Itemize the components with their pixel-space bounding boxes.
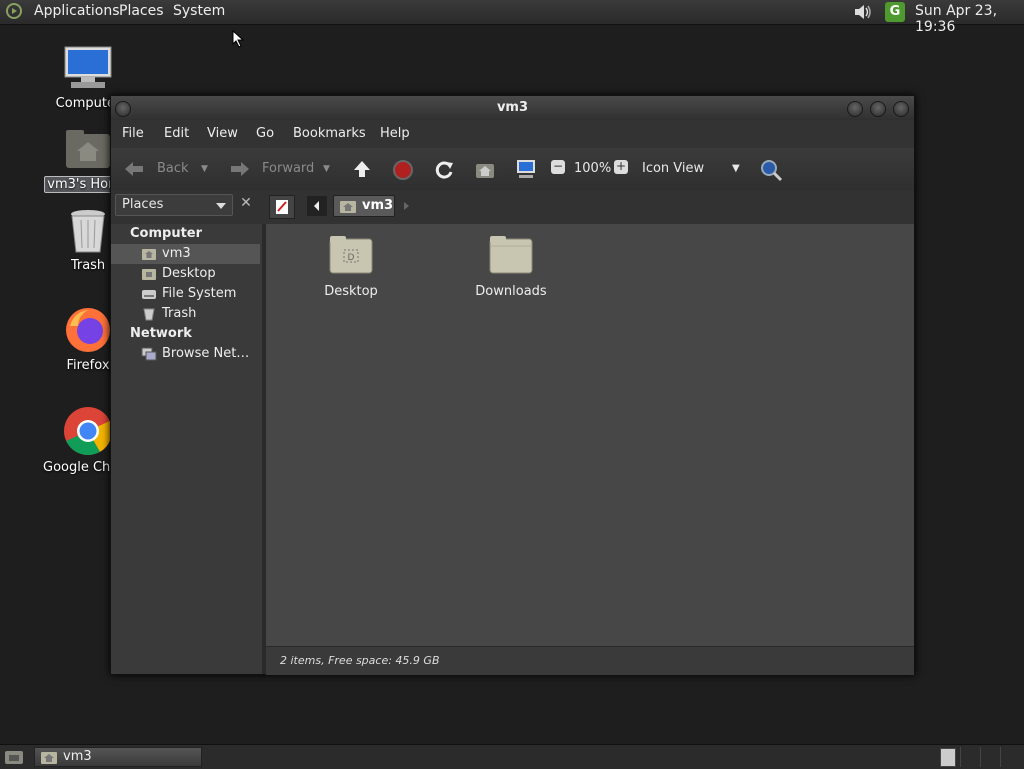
view-mode-chevron-down-icon[interactable]: ▼ — [732, 163, 740, 174]
home-folder-icon — [66, 130, 110, 168]
menubar: File Edit View Go Bookmarks Help — [111, 120, 914, 148]
taskbar-item-label: vm3 — [63, 749, 92, 764]
sidebar-item-trash[interactable]: Trash — [111, 304, 260, 324]
show-desktop-icon[interactable] — [4, 748, 24, 766]
back-button[interactable]: Back — [157, 161, 189, 176]
chrome-icon — [64, 407, 112, 456]
breadcrumb-vm3[interactable]: vm3 — [333, 195, 395, 217]
file-manager-window: vm3 File Edit View Go Bookmarks Help Bac… — [110, 95, 915, 675]
close-button[interactable] — [893, 101, 909, 117]
sidebar-item-label: Desktop — [162, 266, 216, 281]
mouse-cursor-icon — [232, 30, 245, 48]
folder-icon — [489, 236, 533, 274]
taskbar-item-vm3[interactable]: vm3 — [34, 747, 202, 767]
window-title: vm3 — [496, 100, 529, 115]
breadcrumb-label: vm3 — [362, 198, 394, 213]
file-view: D Desktop Downloads — [266, 224, 914, 646]
sidebar-item-vm3[interactable]: vm3 — [111, 244, 260, 264]
menu-bookmarks[interactable]: Bookmarks — [293, 126, 366, 141]
workspace-4[interactable] — [1000, 747, 1021, 767]
computer-icon[interactable] — [515, 158, 537, 180]
trash-icon — [143, 308, 155, 321]
file-item-downloads[interactable]: Downloads — [461, 234, 561, 299]
forward-arrow-icon — [231, 162, 249, 176]
network-icon — [141, 347, 157, 361]
zoom-level: 100% — [574, 161, 612, 176]
up-arrow-icon[interactable] — [351, 159, 373, 181]
menu-view[interactable]: View — [207, 126, 238, 141]
trash-icon — [71, 210, 105, 253]
home-folder-icon — [142, 249, 156, 260]
zoom-out-icon[interactable]: − — [551, 160, 565, 174]
svg-text:D: D — [348, 253, 355, 263]
pencil-icon — [276, 200, 288, 214]
status-text: 2 items, Free space: 45.9 GB — [280, 654, 440, 667]
sidebar-item-label: File System — [162, 286, 237, 301]
menu-edit[interactable]: Edit — [164, 126, 189, 141]
home-folder-icon — [41, 752, 57, 764]
desktop-icon-label: Firefox — [66, 358, 110, 373]
minimize-button[interactable] — [847, 101, 863, 117]
workspace-2[interactable] — [960, 747, 981, 767]
file-item-label: Downloads — [475, 284, 547, 299]
sidebar-item-desktop[interactable]: Desktop — [111, 264, 260, 284]
forward-history-chevron-down-icon[interactable]: ▼ — [323, 164, 330, 174]
breadcrumb-left-arrow-icon[interactable] — [307, 196, 327, 216]
sidebar-heading-network: Network — [130, 326, 192, 341]
applications-menu[interactable]: Applications — [34, 3, 120, 19]
sidebar-heading-computer: Computer — [130, 226, 203, 241]
bottom-panel: vm3 — [0, 744, 1024, 769]
window-titlebar[interactable]: vm3 — [111, 96, 914, 120]
desktop-folder-icon: D — [329, 236, 373, 274]
places-menu[interactable]: Places — [119, 3, 164, 19]
top-panel: Applications Places System G Sun Apr 23,… — [0, 0, 1024, 35]
places-sidebar: Computer vm3 Desktop File System Trash N… — [111, 224, 266, 674]
status-bar: 2 items, Free space: 45.9 GB — [266, 646, 914, 675]
sidebar-item-label: Trash — [162, 306, 197, 321]
zoom-in-icon[interactable]: + — [614, 160, 628, 174]
menu-file[interactable]: File — [122, 126, 144, 141]
workspace-1[interactable] — [940, 748, 956, 767]
desktop-folder-icon — [142, 269, 156, 280]
maximize-button[interactable] — [870, 101, 886, 117]
sidebar-close-icon[interactable]: ✕ — [237, 195, 255, 215]
desktop-icon-label: Trash — [70, 258, 106, 273]
sidebar-places-combo[interactable]: Places — [115, 194, 233, 216]
update-notifier-icon[interactable]: G — [885, 2, 905, 22]
file-item-label: Desktop — [324, 284, 378, 299]
file-item-desktop[interactable]: D Desktop — [301, 234, 401, 299]
sidebar-item-label: Browse Net… — [162, 346, 250, 361]
breadcrumb-right-arrow-icon[interactable] — [401, 200, 411, 212]
workspace-3[interactable] — [980, 747, 1001, 767]
reload-icon[interactable] — [433, 159, 455, 181]
distro-logo-icon[interactable] — [6, 3, 22, 19]
back-arrow-icon — [125, 162, 143, 176]
drive-icon — [142, 290, 156, 299]
toolbar: Back ▼ Forward ▼ − 100% + Icon View ▼ — [111, 148, 914, 190]
places-combo-label: Places — [122, 197, 164, 212]
volume-icon[interactable] — [853, 3, 873, 21]
view-mode-select[interactable]: Icon View — [642, 161, 704, 176]
firefox-icon — [66, 308, 110, 352]
back-history-chevron-down-icon[interactable]: ▼ — [201, 164, 208, 174]
home-icon[interactable] — [474, 159, 496, 181]
sidebar-item-label: vm3 — [162, 246, 191, 261]
home-folder-icon — [340, 201, 356, 213]
edit-location-button[interactable] — [269, 195, 295, 219]
forward-button[interactable]: Forward — [262, 161, 314, 176]
sidebar-item-browse-network[interactable]: Browse Net… — [111, 344, 260, 364]
search-icon[interactable] — [759, 158, 783, 182]
stop-icon[interactable] — [392, 159, 414, 181]
menu-help[interactable]: Help — [380, 126, 410, 141]
clock[interactable]: Sun Apr 23, 19:36 — [915, 3, 1024, 35]
location-bar: Places ✕ vm3 — [111, 190, 914, 224]
computer-icon — [64, 46, 112, 88]
sidebar-item-file-system[interactable]: File System — [111, 284, 260, 304]
system-menu[interactable]: System — [173, 3, 225, 19]
menu-go[interactable]: Go — [256, 126, 274, 141]
